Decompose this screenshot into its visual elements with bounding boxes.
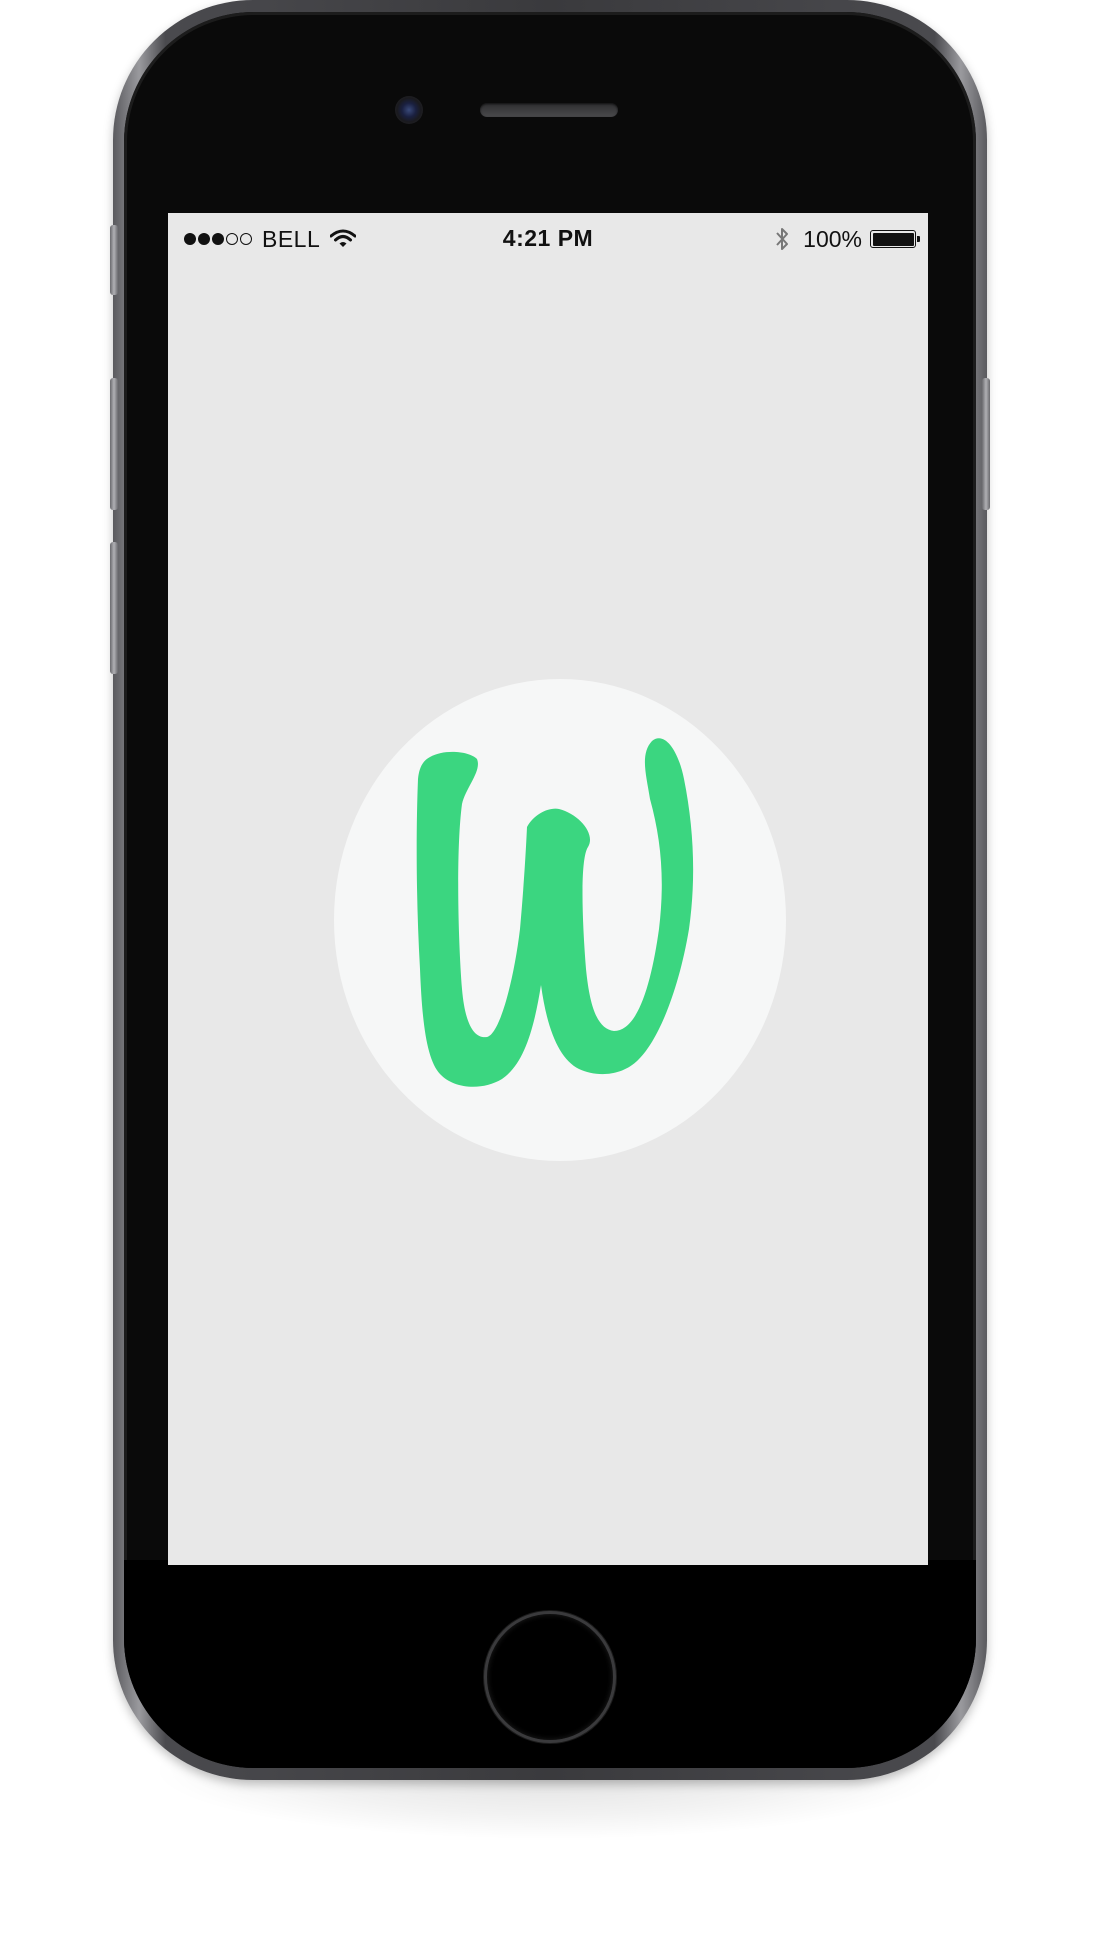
battery-fill [872,232,914,246]
volume-up-button [110,378,118,510]
status-right: 100% [775,225,920,253]
status-bar: BELL 4:21 PM 100% [168,213,928,265]
camera-icon [395,96,423,124]
battery-percentage: 100% [803,225,862,252]
w-letter-logo-icon [416,738,694,1087]
volume-down-button [110,542,118,674]
battery-icon [870,230,920,248]
phone-screen: BELL 4:21 PM 100% [168,213,928,1565]
earpiece-speaker [480,103,618,117]
mute-switch [110,225,118,295]
bluetooth-icon [775,226,789,252]
power-button [982,378,990,510]
app-logo [334,679,786,1161]
home-button-icon[interactable] [484,1611,616,1743]
